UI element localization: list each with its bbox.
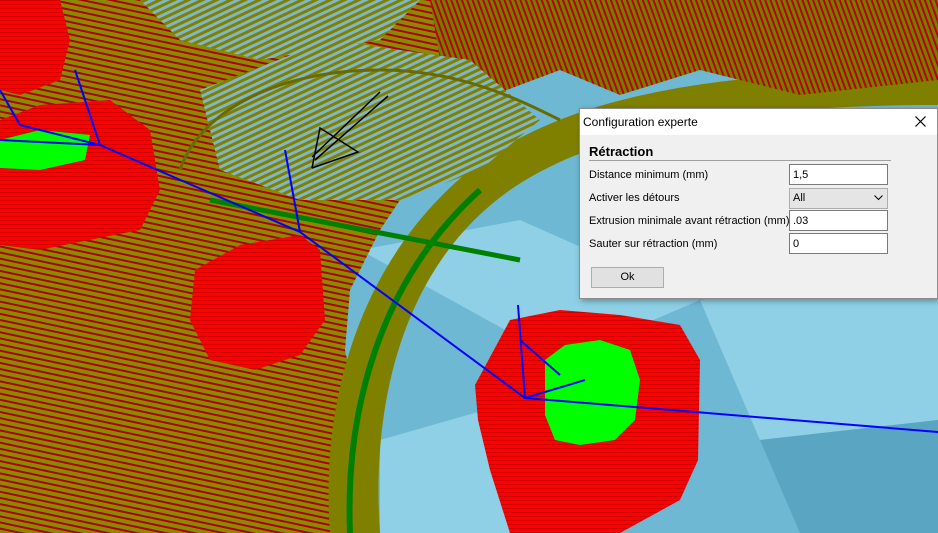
ok-button[interactable]: Ok — [591, 267, 664, 288]
enable-combing-value: All — [793, 192, 806, 204]
min-extrusion-label: Extrusion minimale avant rétraction (mm) — [589, 215, 790, 227]
minimum-distance-input[interactable] — [789, 164, 888, 185]
pillar-right — [475, 310, 700, 533]
close-icon — [915, 116, 926, 127]
chevron-down-icon — [874, 195, 883, 201]
section-divider — [589, 160, 891, 161]
top-skin — [545, 340, 640, 445]
dialog-title: Configuration experte — [583, 115, 698, 129]
minimum-distance-label: Distance minimum (mm) — [589, 169, 709, 181]
dialog-titlebar[interactable]: Configuration experte — [580, 109, 937, 135]
z-hop-input[interactable] — [789, 233, 888, 254]
close-button[interactable] — [907, 109, 935, 135]
min-extrusion-input[interactable] — [789, 210, 888, 231]
z-hop-label: Sauter sur rétraction (mm) — [589, 238, 718, 250]
section-title-retraction: Rétraction — [589, 144, 654, 159]
enable-combing-label: Activer les détours — [589, 192, 680, 204]
expert-config-dialog: Configuration experte Rétraction Distanc… — [579, 108, 938, 299]
enable-combing-select[interactable]: All — [789, 188, 888, 209]
